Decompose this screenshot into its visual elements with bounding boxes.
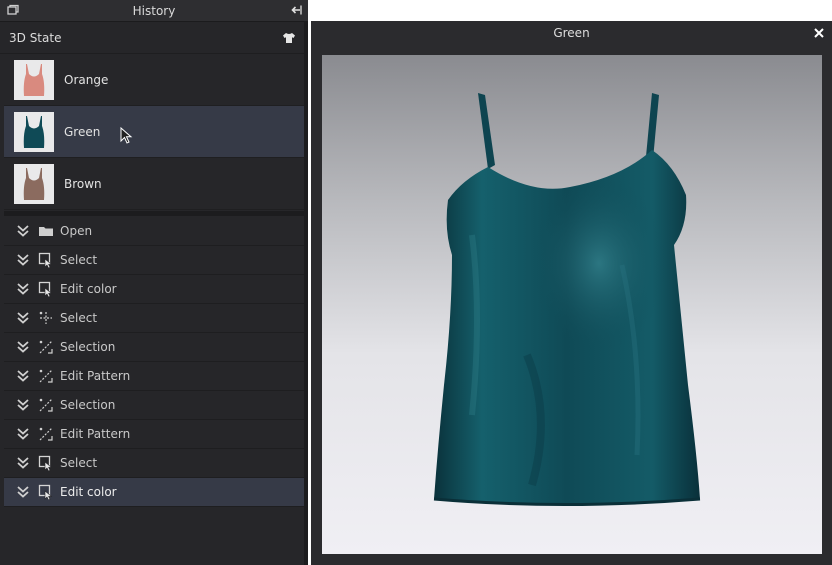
history-action-label: Selection — [60, 398, 116, 412]
history-action-row[interactable]: Select — [4, 246, 304, 275]
double-chevron-down-icon[interactable] — [16, 427, 30, 441]
state-label: Brown — [64, 176, 102, 191]
select-pointer-icon — [38, 252, 53, 268]
history-title: History — [132, 3, 176, 18]
state-header: 3D State — [0, 22, 304, 54]
mouse-cursor-icon — [120, 127, 133, 144]
select-pointer-icon — [38, 281, 53, 297]
history-action-label: Select — [60, 253, 98, 267]
double-chevron-down-icon[interactable] — [16, 485, 30, 499]
history-action-label: Open — [60, 224, 93, 238]
edit-pattern-icon — [39, 369, 53, 383]
history-titlebar: History — [0, 0, 308, 22]
edit-pattern-icon — [39, 398, 53, 412]
history-panel: History 3D State Orange Green Brown Open… — [0, 0, 308, 565]
action-list: Open Select Edit color Select Selection Edit … — [4, 217, 304, 507]
double-chevron-down-icon[interactable] — [16, 369, 30, 383]
edit-pattern-icon — [39, 427, 53, 441]
transform-icon — [39, 311, 52, 324]
3d-preview-canvas[interactable] — [322, 55, 822, 554]
viewer-titlebar: Green — [311, 21, 832, 45]
state-thumbnail — [14, 163, 54, 204]
history-action-row[interactable]: Edit color — [4, 275, 304, 304]
history-action-row[interactable]: Open — [4, 217, 304, 246]
state-item-green[interactable]: Green — [4, 106, 304, 158]
state-label: Green — [64, 124, 101, 139]
double-chevron-down-icon[interactable] — [16, 282, 30, 296]
scrollbar[interactable] — [304, 21, 308, 565]
history-action-label: Select — [60, 311, 98, 325]
tank-top-garment — [433, 93, 701, 506]
viewer-window: Green — [311, 21, 832, 565]
restore-window-icon[interactable] — [7, 4, 19, 16]
state-header-label: 3D State — [9, 30, 62, 45]
double-chevron-down-icon[interactable] — [16, 253, 30, 267]
history-action-row[interactable]: Edit Pattern — [4, 420, 304, 449]
tank-top-thumbnail-icon — [23, 115, 45, 148]
collapse-panel-icon[interactable] — [290, 4, 302, 16]
tank-top-thumbnail-icon — [23, 167, 45, 200]
double-chevron-down-icon[interactable] — [16, 311, 30, 325]
history-action-label: Edit Pattern — [60, 427, 131, 441]
history-action-row[interactable]: Edit Pattern — [4, 362, 304, 391]
double-chevron-down-icon[interactable] — [16, 456, 30, 470]
history-action-label: Edit color — [60, 282, 117, 296]
double-chevron-down-icon[interactable] — [16, 340, 30, 354]
state-label: Orange — [64, 72, 109, 87]
close-icon[interactable] — [812, 26, 826, 40]
state-thumbnail — [14, 111, 54, 152]
history-action-row[interactable]: Edit color — [4, 478, 304, 507]
history-action-label: Selection — [60, 340, 116, 354]
state-item-brown[interactable]: Brown — [4, 158, 304, 210]
folder-icon — [39, 227, 53, 236]
state-list: Orange Green Brown — [4, 54, 304, 210]
double-chevron-down-icon[interactable] — [16, 224, 30, 238]
add-state-tshirt-icon[interactable] — [282, 31, 296, 45]
panel-divider[interactable] — [4, 211, 304, 216]
select-pointer-icon — [38, 484, 53, 500]
history-action-label: Edit color — [60, 485, 117, 499]
history-action-label: Edit Pattern — [60, 369, 131, 383]
edit-pattern-icon — [39, 340, 53, 354]
select-pointer-icon — [38, 455, 53, 471]
history-action-label: Select — [60, 456, 98, 470]
history-action-row[interactable]: Selection — [4, 391, 304, 420]
viewer-title: Green — [553, 26, 590, 40]
state-thumbnail — [14, 59, 54, 100]
history-action-row[interactable]: Select — [4, 304, 304, 333]
state-item-orange[interactable]: Orange — [4, 54, 304, 106]
history-action-row[interactable]: Selection — [4, 333, 304, 362]
double-chevron-down-icon[interactable] — [16, 398, 30, 412]
tank-top-thumbnail-icon — [23, 63, 45, 96]
history-action-row[interactable]: Select — [4, 449, 304, 478]
